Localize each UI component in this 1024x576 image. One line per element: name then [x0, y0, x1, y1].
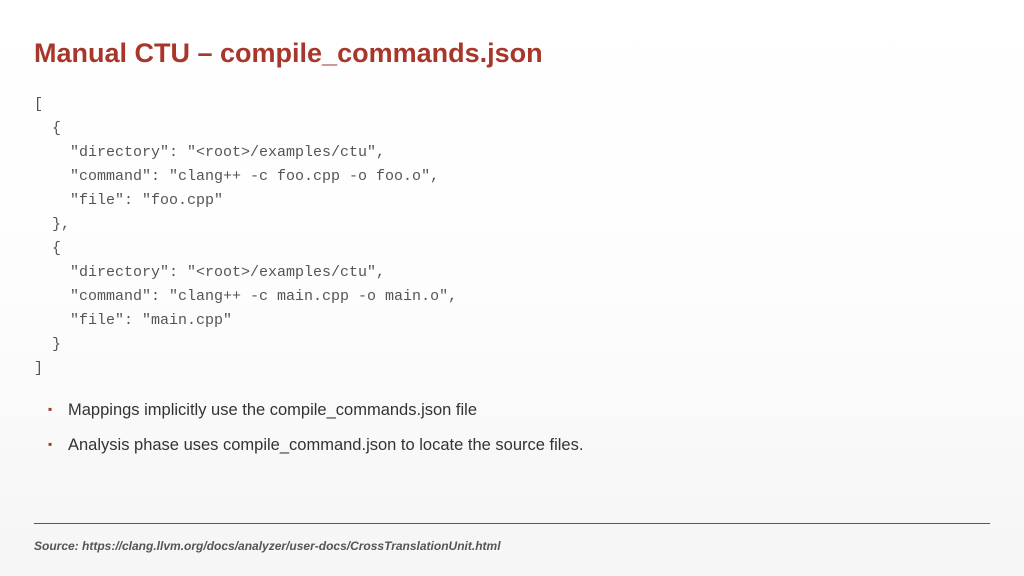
bullet-list: Mappings implicitly use the compile_comm…: [34, 401, 990, 455]
slide-title: Manual CTU – compile_commands.json: [34, 38, 990, 69]
divider-line: [34, 523, 990, 524]
source-citation: Source: https://clang.llvm.org/docs/anal…: [34, 539, 501, 553]
slide-container: Manual CTU – compile_commands.json [ { "…: [0, 0, 1024, 576]
bullet-item: Analysis phase uses compile_command.json…: [54, 436, 990, 455]
bullet-item: Mappings implicitly use the compile_comm…: [54, 401, 990, 420]
code-block: [ { "directory": "<root>/examples/ctu", …: [34, 93, 990, 381]
